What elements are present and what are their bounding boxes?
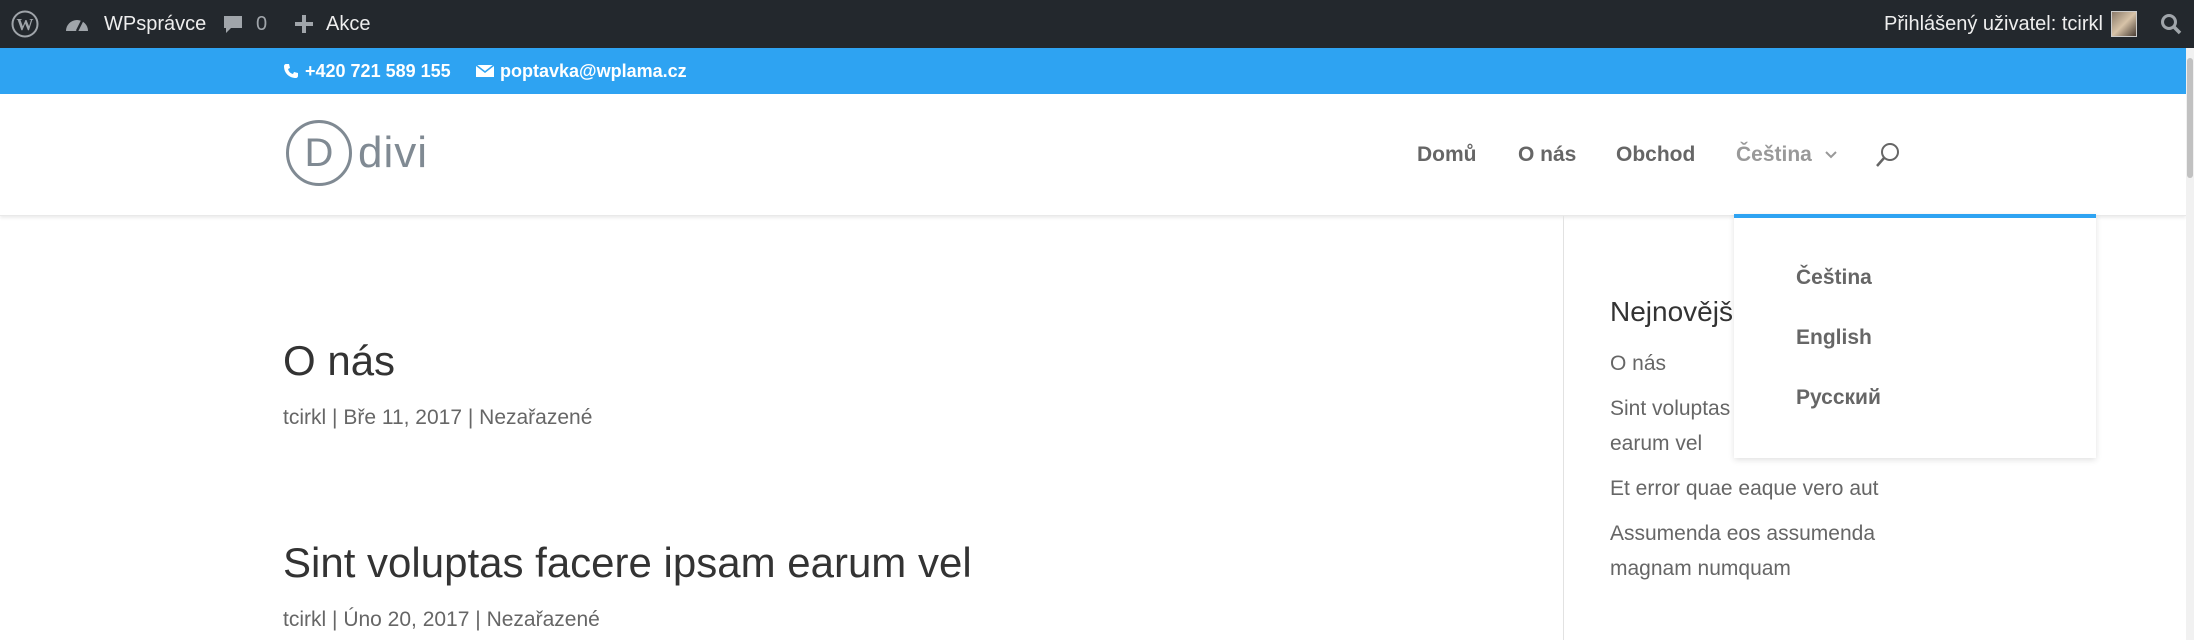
site-name-label: WPsprávce [104, 12, 207, 35]
svg-text:W: W [17, 15, 34, 34]
search-icon [2160, 13, 2182, 35]
post-meta: tcirkl | Bře 11, 2017 | Nezařazené [283, 406, 592, 430]
site-logo[interactable]: D divi [286, 120, 428, 186]
top-contact-bar: +420 721 589 155 poptavka@wplama.cz [0, 48, 2194, 94]
post-category[interactable]: Nezařazené [479, 406, 592, 429]
nav-item-language[interactable]: Čeština [1736, 94, 1838, 216]
adminbar-search-button[interactable] [2160, 0, 2182, 48]
post-category[interactable]: Nezařazené [487, 608, 600, 631]
page-scrollbar[interactable] [2186, 48, 2194, 640]
new-content-menu[interactable]: Akce [294, 0, 370, 48]
language-label: Čeština [1736, 143, 1812, 166]
main-header: D divi Domů O nás Obchod Čeština [0, 94, 2186, 216]
scrollbar-thumb[interactable] [2187, 58, 2193, 178]
wordpress-logo-button[interactable]: W [11, 0, 39, 48]
meta-separator: | [332, 406, 344, 430]
post-date: Úno 20, 2017 [343, 608, 470, 632]
post-date: Bře 11, 2017 [343, 406, 463, 430]
chevron-down-icon [1824, 150, 1838, 160]
language-dropdown: Čeština English Русский [1734, 214, 2096, 458]
search-icon [1874, 141, 1902, 169]
post-meta: tcirkl | Úno 20, 2017 | Nezařazené [283, 608, 972, 632]
phone-number: +420 721 589 155 [305, 60, 451, 81]
recent-post-link[interactable]: Et error quae eaque vero aut [1610, 471, 1930, 506]
post-author[interactable]: tcirkl [283, 406, 326, 429]
email-address: poptavka@wplama.cz [500, 60, 687, 81]
post-title[interactable]: Sint voluptas facere ipsam earum vel [283, 539, 972, 586]
comment-icon [222, 13, 244, 35]
contact-phone[interactable]: +420 721 589 155 [283, 48, 451, 94]
site-name-menu[interactable]: WPsprávce [64, 0, 206, 48]
post-entry: Sint voluptas facere ipsam earum vel tci… [283, 539, 972, 632]
nav-item-about[interactable]: O nás [1518, 94, 1576, 216]
wp-admin-bar: W WPsprávce 0 Akce Přihlášený uživatel: … [0, 0, 2194, 48]
language-option-english[interactable]: English [1796, 326, 1872, 350]
wordpress-icon: W [11, 10, 39, 38]
nav-item-home[interactable]: Domů [1417, 94, 1477, 216]
account-label: Přihlášený uživatel: tcirkl [1884, 12, 2103, 35]
recent-post-link[interactable]: Assumenda eos assumenda [1610, 516, 1930, 551]
language-option-czech[interactable]: Čeština [1796, 266, 1872, 290]
comments-menu[interactable]: 0 [222, 0, 267, 48]
avatar [2110, 11, 2137, 37]
logo-text: divi [358, 128, 429, 177]
nav-item-shop[interactable]: Obchod [1616, 94, 1695, 216]
meta-separator: | [332, 608, 344, 632]
new-content-label: Akce [326, 12, 371, 35]
phone-icon [283, 63, 299, 79]
dashboard-icon [64, 13, 90, 35]
comments-count: 0 [256, 12, 268, 35]
header-search-button[interactable] [1874, 94, 1902, 216]
recent-post-link-continued[interactable]: magnam numquam [1610, 551, 1930, 586]
post-entry: O nás tcirkl | Bře 11, 2017 | Nezařazené [283, 337, 592, 430]
meta-separator: | [475, 608, 487, 632]
language-option-russian[interactable]: Русский [1796, 386, 1881, 410]
logo-mark: D [286, 120, 352, 186]
content-sidebar-divider [1563, 216, 1564, 640]
post-title[interactable]: O nás [283, 337, 592, 384]
post-author[interactable]: tcirkl [283, 608, 326, 631]
meta-separator: | [467, 406, 480, 430]
my-account-menu[interactable]: Přihlášený uživatel: tcirkl [1884, 0, 2137, 48]
envelope-icon [476, 64, 494, 78]
contact-email[interactable]: poptavka@wplama.cz [476, 48, 687, 94]
plus-icon [294, 14, 314, 34]
